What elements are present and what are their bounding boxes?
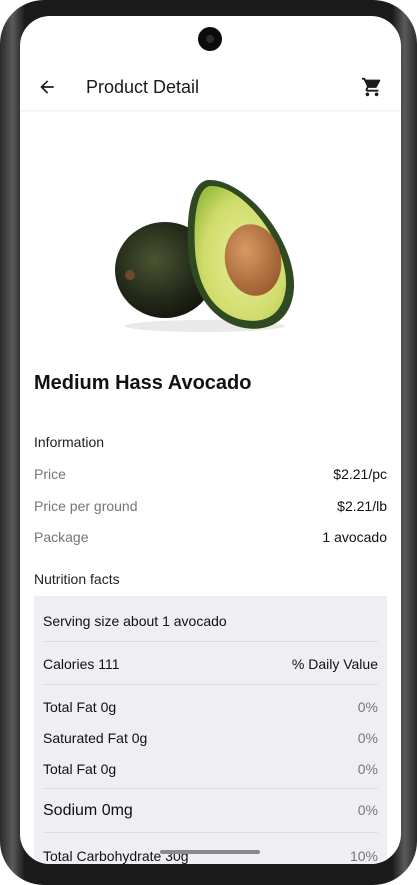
app-bar: Product Detail bbox=[20, 64, 401, 110]
nutrient-label: Total Fat 0g bbox=[43, 699, 117, 715]
info-value: 1 avocado bbox=[322, 529, 387, 545]
info-row-price: Price $2.21/pc bbox=[34, 466, 387, 482]
front-camera bbox=[198, 27, 222, 51]
avocado-image bbox=[115, 179, 295, 332]
product-name: Medium Hass Avocado bbox=[34, 372, 252, 394]
information-title: Information bbox=[34, 434, 105, 450]
nutrient-label: Total Fat 0g bbox=[43, 761, 117, 777]
divider bbox=[43, 684, 378, 685]
serving-size: Serving size about 1 avocado bbox=[43, 613, 378, 629]
info-row-package: Package 1 avocado bbox=[34, 529, 387, 545]
info-label: Price per ground bbox=[34, 498, 138, 514]
info-label: Package bbox=[34, 529, 89, 545]
nutrient-label: Saturated Fat 0g bbox=[43, 730, 148, 746]
nutrient-label: Sodium 0mg bbox=[43, 802, 133, 819]
info-value: $2.21/lb bbox=[337, 498, 387, 514]
nutrient-percent: 0% bbox=[357, 761, 378, 777]
nutrient-percent: 0% bbox=[357, 802, 378, 818]
phone-frame: Product Detail Medium Hass Avocado Infor… bbox=[0, 0, 417, 885]
calories-row: Calories 111 % Daily Value bbox=[43, 656, 378, 672]
page-title: Product Detail bbox=[86, 76, 200, 97]
info-label: Price bbox=[34, 466, 66, 482]
nutrition-facts-panel: Serving size about 1 avocado Calories 11… bbox=[34, 596, 387, 864]
divider bbox=[43, 641, 378, 642]
shopping-cart-icon bbox=[361, 77, 381, 97]
cart-button[interactable] bbox=[359, 74, 385, 100]
nutrient-percent: 10% bbox=[349, 848, 378, 864]
serving-size-label: Serving size about 1 avocado bbox=[43, 613, 227, 629]
nutrient-percent: 0% bbox=[357, 730, 378, 746]
info-row-price-per-ground: Price per ground $2.21/lb bbox=[34, 498, 387, 514]
daily-value-header: % Daily Value bbox=[291, 656, 378, 672]
arrow-left-icon bbox=[40, 80, 54, 94]
back-button[interactable] bbox=[34, 74, 60, 100]
nutrition-title: Nutrition facts bbox=[34, 571, 120, 587]
screen: Product Detail Medium Hass Avocado Infor… bbox=[20, 16, 401, 864]
info-value: $2.21/pc bbox=[333, 466, 387, 482]
nutrient-percent: 0% bbox=[357, 699, 378, 715]
nutrient-row: Sodium 0mg 0% bbox=[43, 802, 378, 820]
nutrient-row: Total Fat 0g 0% bbox=[43, 761, 378, 777]
divider bbox=[43, 788, 378, 789]
nutrient-row: Total Fat 0g 0% bbox=[43, 699, 378, 715]
divider bbox=[43, 832, 378, 833]
home-indicator[interactable] bbox=[160, 850, 260, 854]
nutrient-row: Saturated Fat 0g 0% bbox=[43, 730, 378, 746]
calories-label: Calories 111 bbox=[43, 656, 120, 672]
